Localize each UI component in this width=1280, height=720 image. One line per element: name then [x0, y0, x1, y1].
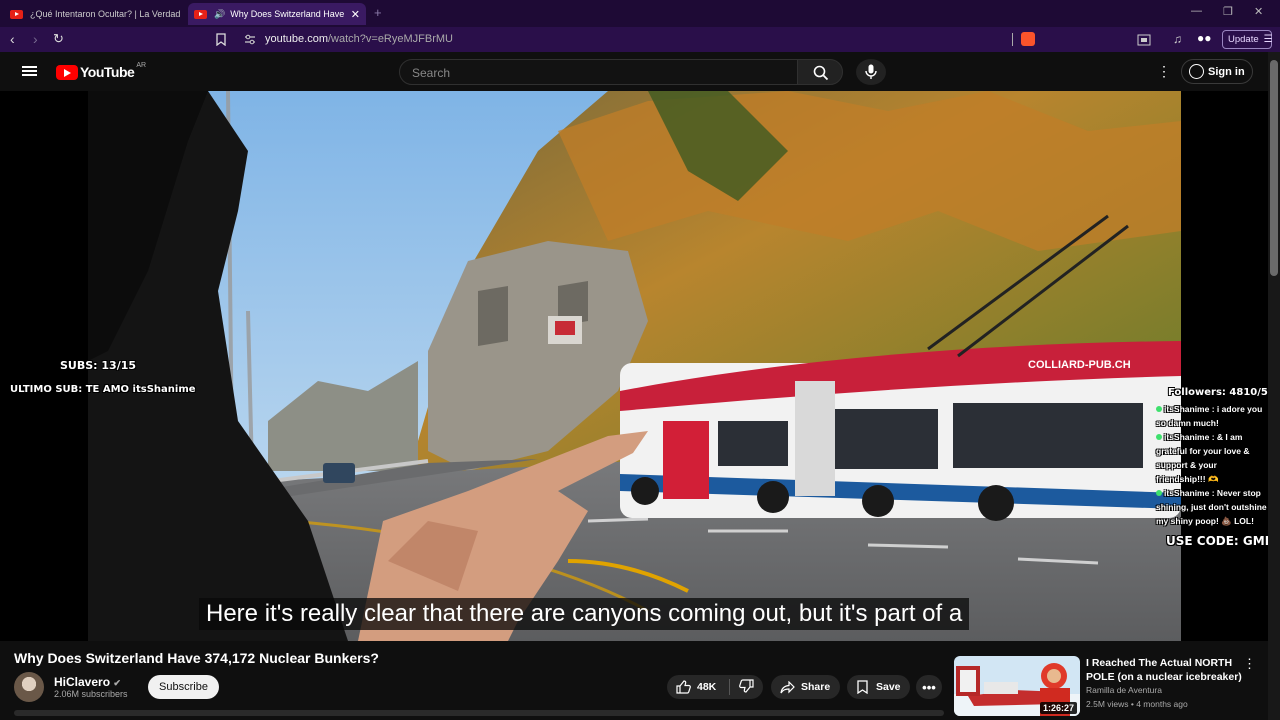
chat-user: itsShanime	[1164, 488, 1210, 498]
use-code-overlay: USE CODE: GMEYZ	[1166, 534, 1268, 548]
media-music-icon[interactable]: ♫	[1173, 32, 1182, 46]
reload-icon[interactable]: ↻	[53, 31, 64, 47]
online-dot-icon	[1156, 406, 1162, 412]
stream-chat-overlay: itsShanime : i adore you so damn much! i…	[1156, 402, 1268, 528]
browser-address-bar: ‹ › ↻ youtube.com/watch?v=eRyeMJFBrMU ♫ …	[0, 27, 1280, 52]
speaker-icon: 🔊	[214, 8, 226, 19]
sign-in-button[interactable]: Sign in	[1181, 59, 1253, 84]
more-horizontal-icon: •••	[922, 679, 936, 695]
close-window-icon[interactable]: ✕	[1254, 5, 1263, 18]
brave-shields-icon[interactable]	[1021, 32, 1035, 46]
last-sub-overlay: ULTIMO SUB: TE AMO itsShanime	[10, 384, 196, 395]
update-button[interactable]: Update ☰	[1222, 30, 1273, 49]
content-loading-bar	[14, 710, 944, 716]
search-box	[399, 59, 798, 85]
thumbs-up-icon	[676, 680, 691, 694]
verified-badge-icon: ✔	[113, 678, 121, 688]
subscribe-button[interactable]: Subscribe	[148, 675, 219, 699]
back-arrow-icon[interactable]: ‹	[10, 31, 15, 47]
youtube-play-icon	[56, 64, 78, 80]
more-options-icon[interactable]: ⋮	[1157, 64, 1171, 78]
subscriber-count: 2.06M subscribers	[54, 689, 128, 699]
bookmark-icon[interactable]	[215, 33, 227, 46]
like-button[interactable]: 48K	[667, 680, 729, 694]
recommended-more-icon[interactable]: ⋮	[1243, 657, 1256, 670]
account-icon	[1189, 64, 1204, 79]
recommended-thumbnail[interactable]: 1:26:27	[954, 656, 1080, 716]
search-icon	[813, 65, 829, 81]
chat-message: itsShanime : i adore you so damn much!	[1156, 402, 1268, 430]
menu-icon: ☰	[1263, 34, 1273, 45]
search-input[interactable]	[410, 65, 790, 81]
youtube-header: YouTube AR ⋮ Sign in	[0, 52, 1280, 91]
like-dislike-group: 48K	[667, 675, 763, 699]
youtube-favicon-icon	[194, 9, 207, 19]
tab-title: ¿Qué Intentaron Ocultar? | La Verdad	[30, 9, 181, 19]
online-dot-icon	[1156, 490, 1162, 496]
video-frame: COLLIARD-PUB.CH	[88, 91, 1181, 641]
minimize-window-icon[interactable]: —	[1191, 5, 1202, 17]
chat-message: itsShanime : Never stop shining, just do…	[1156, 486, 1268, 528]
svg-text:COLLIARD-PUB.CH: COLLIARD-PUB.CH	[1028, 359, 1131, 371]
youtube-favicon-icon	[10, 9, 23, 19]
recommended-meta: 2.5M views • 4 months ago	[1086, 699, 1188, 709]
site-settings-icon[interactable]	[244, 34, 256, 45]
forward-arrow-icon[interactable]: ›	[33, 31, 38, 47]
video-caption: Here it's really clear that there are ca…	[199, 598, 970, 630]
new-tab-button[interactable]: +	[374, 5, 382, 20]
share-arrow-icon	[780, 680, 795, 693]
chat-user: itsShanime	[1164, 404, 1210, 414]
subs-counter-overlay: SUBS: 13/15	[60, 359, 137, 372]
tab-title: Why Does Switzerland Have	[230, 9, 345, 19]
microphone-icon	[865, 64, 877, 79]
close-tab-icon[interactable]: ✕	[351, 8, 360, 21]
divider	[1012, 33, 1013, 46]
dislike-button[interactable]	[730, 678, 754, 696]
video-duration: 1:26:27	[1039, 702, 1077, 714]
search-button[interactable]	[797, 59, 843, 85]
save-playlist-icon	[857, 680, 868, 694]
youtube-logo[interactable]: YouTube AR	[56, 62, 146, 80]
online-dot-icon	[1156, 434, 1162, 440]
save-button[interactable]: Save	[847, 675, 910, 699]
voice-search-button[interactable]	[856, 59, 886, 85]
channel-name[interactable]: HiClavero ✔	[54, 675, 121, 689]
extensions-icon[interactable]: ●●	[1197, 31, 1212, 45]
chat-message: itsShanime : & I am grateful for your lo…	[1156, 430, 1268, 486]
thumbs-down-icon	[739, 678, 754, 693]
browser-tab-previous[interactable]: ¿Qué Intentaron Ocultar? | La Verdad	[4, 3, 182, 25]
url-field[interactable]: youtube.com/watch?v=eRyeMJFBrMU	[265, 33, 453, 45]
sidebar-icon[interactable]	[1137, 34, 1151, 46]
followers-overlay: Followers: 4810/5000	[1168, 387, 1268, 398]
scrollbar-thumb[interactable]	[1270, 60, 1278, 276]
video-player[interactable]: COLLIARD-PUB.CH SUBS: 13/15 ULTIMO SUB: …	[0, 91, 1268, 641]
maximize-window-icon[interactable]: ❐	[1223, 5, 1233, 18]
chat-user: itsShanime	[1164, 432, 1210, 442]
browser-tab-bar: ¿Qué Intentaron Ocultar? | La Verdad 🔊 W…	[0, 0, 1280, 27]
more-actions-button[interactable]: •••	[916, 675, 942, 699]
hamburger-menu-icon[interactable]	[22, 66, 37, 68]
browser-tab-current[interactable]: 🔊 Why Does Switzerland Have ✕	[188, 3, 366, 25]
channel-avatar[interactable]	[14, 672, 44, 702]
video-title: Why Does Switzerland Have 374,172 Nuclea…	[14, 650, 379, 666]
recommended-channel[interactable]: Ramilla de Aventura	[1086, 685, 1162, 695]
share-button[interactable]: Share	[771, 675, 840, 699]
recommended-title[interactable]: I Reached The Actual NORTH POLE (on a nu…	[1086, 657, 1246, 684]
